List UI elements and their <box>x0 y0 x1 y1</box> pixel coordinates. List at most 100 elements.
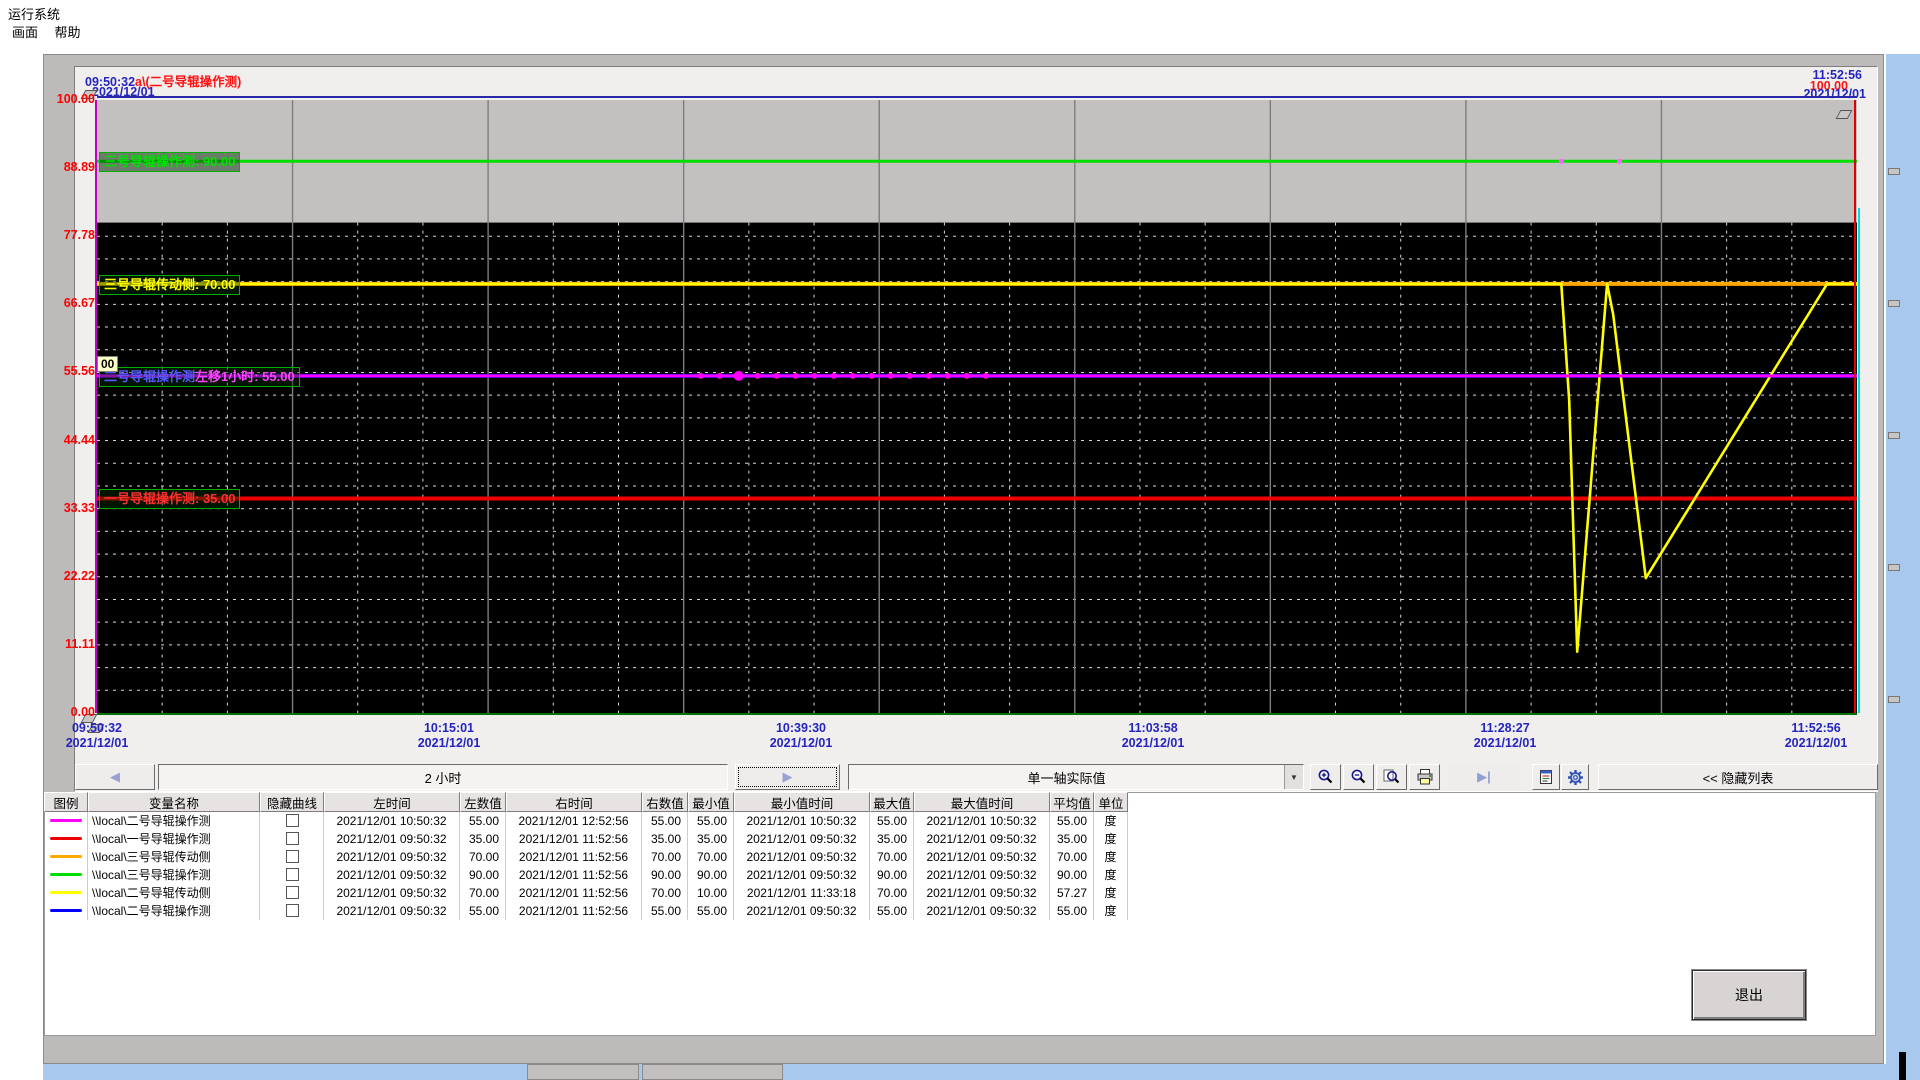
time-range-display: 2 小时 <box>158 764 728 790</box>
table-cell-legend <box>44 848 88 866</box>
table-cell: 55.00 <box>642 812 688 830</box>
table-header-7: 最小值 <box>688 792 734 812</box>
table-cell: 57.27 <box>1050 884 1094 902</box>
table-cell-variable-name[interactable]: \\local\二号导辊操作测 <box>88 812 260 830</box>
table-cell-variable-name[interactable]: \\local\二号导辊传动侧 <box>88 884 260 902</box>
trend-plot-canvas[interactable] <box>97 100 1857 713</box>
table-cell: 90.00 <box>1050 866 1094 884</box>
curve-value-label-part: 左移1小时: 55.00 <box>195 369 295 384</box>
report-button[interactable] <box>1532 764 1560 790</box>
table-cell: 55.00 <box>460 902 506 920</box>
y-axis-label: 66.67 <box>35 296 95 310</box>
table-header-12: 单位 <box>1094 792 1128 812</box>
table-cell: 90.00 <box>460 866 506 884</box>
zoom-out-button[interactable] <box>1343 764 1374 790</box>
hide-curve-checkbox[interactable] <box>286 904 299 917</box>
menu-screen[interactable]: 画面 <box>12 22 38 41</box>
table-header-1: 变量名称 <box>88 792 260 812</box>
x-axis-time: 11:52:56 <box>1756 721 1876 736</box>
table-cell: 度 <box>1094 866 1128 884</box>
play-pause-button[interactable]: ▶| <box>1447 764 1521 790</box>
table-cell: 70.00 <box>870 884 914 902</box>
taskbar-block-1[interactable] <box>527 1064 639 1080</box>
exit-button[interactable]: 退出 <box>1692 970 1806 1020</box>
x-axis-label: 10:39:302021/12/01 <box>741 721 861 751</box>
hide-curve-checkbox[interactable] <box>286 886 299 899</box>
play-icon: ▶| <box>1477 769 1491 785</box>
settings-button[interactable] <box>1561 764 1589 790</box>
taskbar-block-2[interactable] <box>642 1064 783 1080</box>
table-cell: 2021/12/01 09:50:32 <box>914 866 1050 884</box>
table-cell: 2021/12/01 09:50:32 <box>324 830 460 848</box>
table-cell-variable-name[interactable]: \\local\二号导辊操作测 <box>88 902 260 920</box>
table-cell: 70.00 <box>688 848 734 866</box>
table-cell: 70.00 <box>460 848 506 866</box>
table-cell: 2021/12/01 09:50:32 <box>324 866 460 884</box>
strip-tick-3[interactable] <box>1888 564 1900 571</box>
table-cell-variable-name[interactable]: \\local\三号导辊操作测 <box>88 866 260 884</box>
chevron-down-icon[interactable]: ▼ <box>1284 765 1303 789</box>
table-cell-legend <box>44 884 88 902</box>
table-cell: 55.00 <box>870 812 914 830</box>
curve-value-label: 三号导辊传动侧: 70.00 <box>99 275 240 295</box>
table-cell-variable-name[interactable]: \\local\三号导辊传动侧 <box>88 848 260 866</box>
table-cell-legend <box>44 812 88 830</box>
table-header-10: 最大值时间 <box>914 792 1050 812</box>
table-cell-variable-name[interactable]: \\local\一号导辊操作测 <box>88 830 260 848</box>
menu-help[interactable]: 帮助 <box>54 22 80 41</box>
zoom-in-button[interactable] <box>1310 764 1341 790</box>
curve-value-label: 一号导辊操作测: 35.00 <box>99 489 240 509</box>
table-cell: 2021/12/01 10:50:32 <box>914 812 1050 830</box>
strip-tick-0[interactable] <box>1888 168 1900 175</box>
table-header-8: 最小值时间 <box>734 792 870 812</box>
hide-curve-checkbox[interactable] <box>286 850 299 863</box>
y-axis-label: 44.44 <box>35 433 95 447</box>
zoom-out-icon <box>1350 768 1368 786</box>
plot-cyan-line <box>1858 208 1860 713</box>
zoom-reset-button[interactable] <box>1376 764 1407 790</box>
table-cell: 2021/12/01 09:50:32 <box>914 884 1050 902</box>
hide-curve-checkbox[interactable] <box>286 832 299 845</box>
strip-tick-4[interactable] <box>1888 696 1900 703</box>
y-axis-label: 0.00 <box>35 705 95 719</box>
hide-list-button[interactable]: << 隐藏列表 <box>1598 764 1878 790</box>
bottom-strip <box>43 1064 1920 1080</box>
plot-right-axis-line <box>1854 100 1856 713</box>
value-tooltip: 00 <box>97 356 118 372</box>
table-cell: 90.00 <box>688 866 734 884</box>
y-axis-label: 88.89 <box>35 160 95 174</box>
table-cell: 90.00 <box>642 866 688 884</box>
report-icon <box>1538 769 1554 785</box>
table-cell: 2021/12/01 11:52:56 <box>506 884 642 902</box>
table-cell: 2021/12/01 11:52:56 <box>506 866 642 884</box>
table-cell: 2021/12/01 09:50:32 <box>914 902 1050 920</box>
plot-bottom-line <box>97 713 1857 715</box>
table-cell: 35.00 <box>460 830 506 848</box>
table-cell: 55.00 <box>870 902 914 920</box>
y-axis-label: 55.56 <box>35 364 95 378</box>
table-cell: 2021/12/01 09:50:32 <box>734 830 870 848</box>
table-cell: 2021/12/01 11:52:56 <box>506 830 642 848</box>
table-cell: 度 <box>1094 902 1128 920</box>
zoom-in-icon <box>1317 768 1335 786</box>
table-cell: 35.00 <box>642 830 688 848</box>
hide-curve-checkbox[interactable] <box>286 868 299 881</box>
print-button[interactable] <box>1409 764 1440 790</box>
table-cell: 2021/12/01 11:52:56 <box>506 848 642 866</box>
hide-curve-checkbox[interactable] <box>286 814 299 827</box>
scroll-right-button[interactable]: ▶ <box>735 764 840 790</box>
table-cell: 35.00 <box>870 830 914 848</box>
y-axis-label: 22.22 <box>35 569 95 583</box>
scroll-left-button[interactable]: ◀ <box>75 764 155 790</box>
x-axis-time: 09:50:32 <box>37 721 157 736</box>
trend-plot[interactable] <box>97 100 1857 713</box>
strip-tick-2[interactable] <box>1888 432 1900 439</box>
plot-top-line <box>97 96 1857 98</box>
strip-tick-1[interactable] <box>1888 300 1900 307</box>
printer-icon <box>1416 768 1434 786</box>
window-title: 运行系统 <box>8 4 60 23</box>
y-axis-label: 11.11 <box>35 637 95 651</box>
x-axis-time: 11:03:58 <box>1093 721 1213 736</box>
plot-left-axis-line <box>95 100 97 713</box>
axis-mode-select[interactable]: 单一轴实际值 ▼ <box>848 764 1304 790</box>
